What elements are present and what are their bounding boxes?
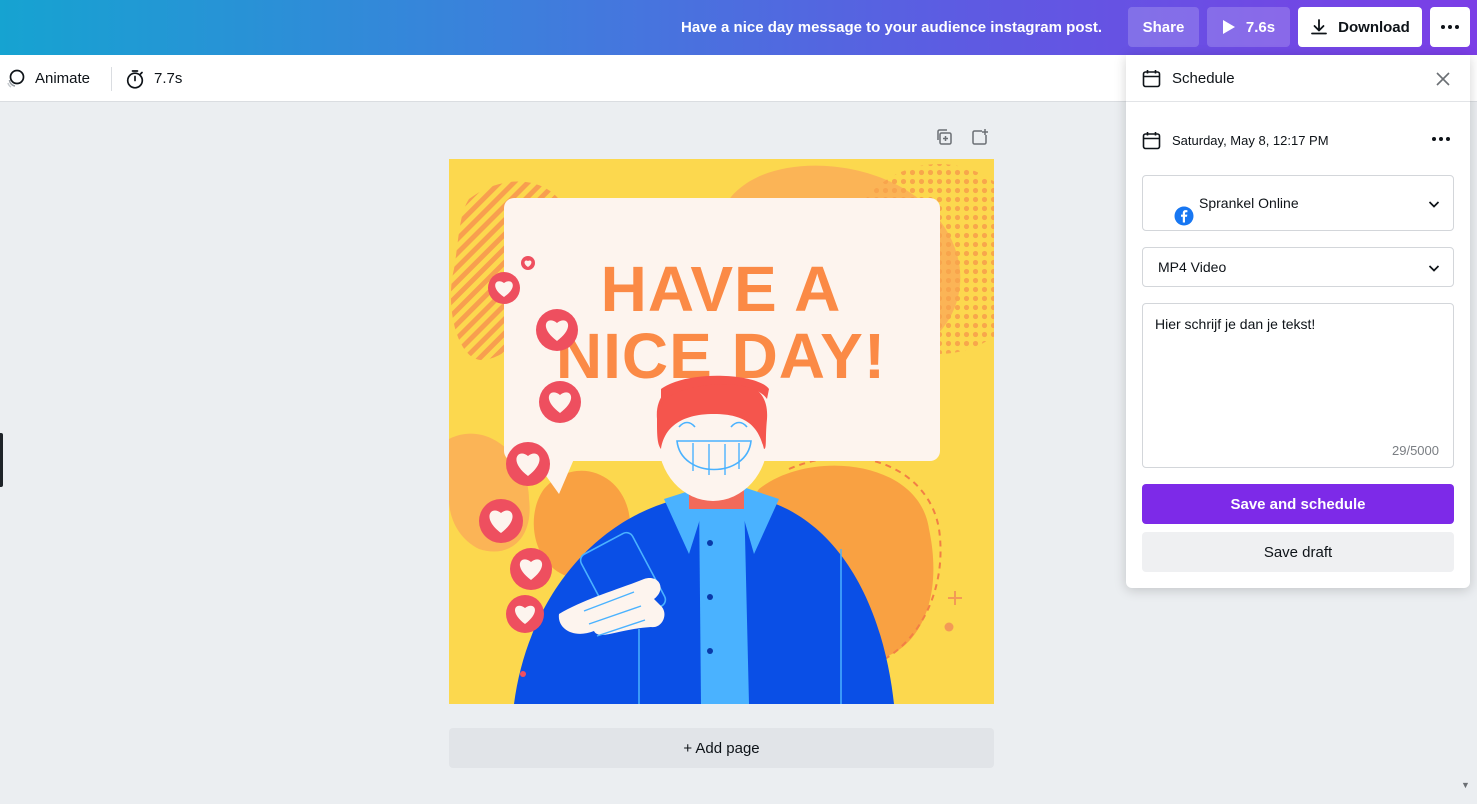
calendar-icon: [1142, 131, 1161, 149]
download-label: Download: [1338, 18, 1410, 36]
top-bar: Have a nice day message to your audience…: [0, 0, 1477, 55]
more-options-button[interactable]: [1430, 7, 1470, 47]
save-draft-button[interactable]: Save draft: [1142, 532, 1454, 572]
download-button[interactable]: Download: [1298, 7, 1422, 47]
file-format-label: MP4 Video: [1158, 259, 1227, 275]
facebook-icon: [1174, 206, 1194, 226]
headline-line-1: HAVE A: [601, 253, 842, 325]
duration-label: 7.7s: [154, 70, 183, 87]
play-icon: [1222, 20, 1235, 34]
schedule-date-label: Saturday, May 8, 12:17 PM: [1172, 132, 1329, 148]
calendar-icon: [1142, 69, 1161, 87]
account-label: Sprankel Online: [1199, 195, 1299, 211]
date-more-button[interactable]: [1428, 132, 1454, 146]
account-select[interactable]: Sprankel Online: [1142, 175, 1454, 231]
document-title[interactable]: Have a nice day message to your audience…: [681, 0, 1102, 55]
more-icon: [1441, 25, 1459, 29]
file-format-select[interactable]: MP4 Video: [1142, 247, 1454, 287]
save-and-schedule-button[interactable]: Save and schedule: [1142, 484, 1454, 524]
design-page[interactable]: HAVE A NICE DAY!: [449, 159, 994, 704]
play-duration: 7.6s: [1245, 18, 1276, 36]
schedule-date-picker[interactable]: Saturday, May 8, 12:17 PM: [1142, 126, 1454, 154]
toolbar-divider: [111, 67, 112, 91]
play-button[interactable]: 7.6s: [1207, 7, 1290, 47]
animate-label: Animate: [35, 70, 91, 87]
duplicate-page-icon[interactable]: [935, 128, 953, 146]
post-message-textarea[interactable]: Hier schrijf je dan je tekst! 29/5000: [1142, 303, 1454, 468]
design-illustration: HAVE A NICE DAY!: [449, 159, 994, 704]
side-panel-handle[interactable]: [0, 433, 3, 487]
character-counter: 29/5000: [1392, 443, 1439, 458]
schedule-panel: Schedule Saturday, May 8, 12:17 PM Spran…: [1126, 55, 1470, 588]
animate-button[interactable]: Animate: [6, 55, 90, 102]
timer-icon: [126, 69, 144, 89]
animate-icon: [7, 69, 25, 88]
add-page-button[interactable]: + Add page: [449, 728, 994, 768]
share-button[interactable]: Share: [1128, 7, 1199, 47]
post-message-text: Hier schrijf je dan je tekst!: [1155, 316, 1316, 332]
add-page-icon[interactable]: [971, 128, 989, 146]
close-icon[interactable]: [1434, 70, 1452, 88]
schedule-title: Schedule: [1172, 69, 1235, 87]
page-actions: [935, 128, 989, 146]
chevron-down-icon: [1428, 265, 1440, 272]
duration-button[interactable]: 7.7s: [125, 55, 182, 102]
chevron-down-icon: [1428, 201, 1440, 208]
scroll-down-arrow[interactable]: ▼: [1461, 780, 1470, 790]
schedule-panel-header: Schedule: [1126, 55, 1470, 102]
download-icon: [1311, 19, 1328, 35]
